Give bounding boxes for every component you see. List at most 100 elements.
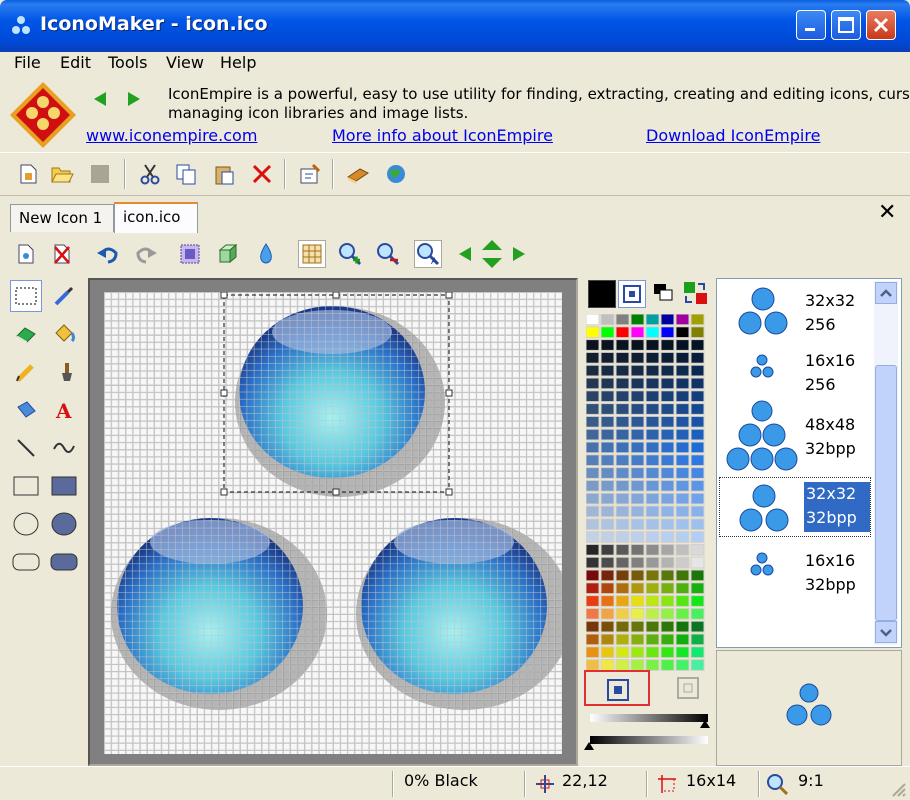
color-swatch[interactable]: [630, 339, 645, 351]
link-iconempire-site[interactable]: www.iconempire.com: [86, 126, 257, 145]
color-swatch[interactable]: [600, 326, 615, 339]
color-swatch[interactable]: [600, 569, 615, 582]
resize-grip-icon[interactable]: [890, 781, 906, 797]
paste-button[interactable]: [210, 160, 238, 188]
color-swatch[interactable]: [645, 607, 660, 620]
color-swatch[interactable]: [586, 326, 600, 339]
color-swatch[interactable]: [600, 364, 615, 377]
color-swatch[interactable]: [660, 569, 675, 582]
color-swatch[interactable]: [690, 659, 705, 671]
move-left-button[interactable]: [452, 240, 480, 268]
color-swatch[interactable]: [600, 377, 615, 390]
flood-fill-tool[interactable]: [10, 394, 42, 426]
zoom-out-button[interactable]: [374, 240, 402, 268]
color-swatch[interactable]: [600, 467, 615, 479]
color-swatch[interactable]: [690, 467, 705, 479]
link-more-info[interactable]: More info about IconEmpire: [332, 126, 553, 145]
color-swatch[interactable]: [630, 415, 645, 428]
menu-view[interactable]: View: [166, 53, 204, 72]
color-swatch[interactable]: [630, 377, 645, 390]
color-swatch[interactable]: [615, 441, 630, 454]
color-swatch[interactable]: [630, 326, 645, 339]
grid-toggle-button[interactable]: [298, 240, 326, 268]
color-swatch[interactable]: [645, 454, 660, 467]
arrow-right-icon[interactable]: [124, 90, 142, 108]
color-swatch[interactable]: [586, 518, 600, 531]
color-swatch[interactable]: [615, 607, 630, 620]
rectangle-tool[interactable]: [10, 470, 42, 502]
menu-edit[interactable]: Edit: [60, 53, 91, 72]
color-swatch[interactable]: [615, 556, 630, 569]
color-swatch[interactable]: [675, 543, 690, 556]
color-swatch[interactable]: [645, 633, 660, 646]
color-swatch[interactable]: [645, 314, 660, 326]
close-button[interactable]: [866, 10, 896, 40]
color-swatch[interactable]: [645, 479, 660, 492]
rounded-rect-tool[interactable]: [10, 546, 42, 578]
eraser-tool[interactable]: [10, 318, 42, 350]
color-swatch[interactable]: [630, 428, 645, 441]
bw-swap-icon[interactable]: [652, 282, 674, 304]
color-swatch[interactable]: [675, 479, 690, 492]
color-swatch[interactable]: [675, 659, 690, 671]
color-swatch[interactable]: [600, 441, 615, 454]
pencil-tool[interactable]: [10, 356, 42, 388]
arrow-left-icon[interactable]: [92, 90, 110, 108]
new-file-button[interactable]: [14, 160, 42, 188]
color-swatch[interactable]: [600, 556, 615, 569]
color-swatch[interactable]: [586, 314, 600, 326]
move-up-down-button[interactable]: [478, 240, 506, 268]
color-swatch[interactable]: [586, 543, 600, 556]
color-swatch[interactable]: [675, 441, 690, 454]
color-swatch[interactable]: [645, 556, 660, 569]
transparency-button[interactable]: [252, 240, 280, 268]
color-swatch[interactable]: [615, 620, 630, 633]
menu-file[interactable]: File: [14, 53, 41, 72]
delete-button[interactable]: [248, 160, 276, 188]
color-swatch[interactable]: [615, 326, 630, 339]
color-swatch[interactable]: [675, 403, 690, 415]
color-swatch[interactable]: [690, 479, 705, 492]
color-swatch[interactable]: [586, 659, 600, 671]
slider-thumb-icon[interactable]: [700, 720, 710, 728]
color-swatch[interactable]: [600, 314, 615, 326]
color-swatch[interactable]: [675, 454, 690, 467]
color-swatch[interactable]: [600, 543, 615, 556]
color-swatch[interactable]: [586, 633, 600, 646]
color-swatch[interactable]: [630, 607, 645, 620]
color-swatch[interactable]: [675, 518, 690, 531]
color-swatch[interactable]: [630, 314, 645, 326]
color-swatch[interactable]: [690, 326, 705, 339]
color-swatch[interactable]: [586, 569, 600, 582]
color-swatch[interactable]: [690, 633, 705, 646]
filled-ellipse-tool[interactable]: [48, 508, 80, 540]
color-swatch[interactable]: [675, 492, 690, 505]
color-swatch[interactable]: [660, 479, 675, 492]
library-button[interactable]: [344, 160, 372, 188]
line-tool[interactable]: [10, 432, 42, 464]
tab-new-icon-1[interactable]: New Icon 1: [10, 204, 114, 232]
color-swatch[interactable]: [660, 441, 675, 454]
color-swatch[interactable]: [675, 633, 690, 646]
color-swatch[interactable]: [645, 339, 660, 351]
color-swatch[interactable]: [645, 403, 660, 415]
zoom-in-button[interactable]: [336, 240, 364, 268]
curve-tool[interactable]: [48, 432, 80, 464]
color-swatch[interactable]: [660, 403, 675, 415]
properties-button[interactable]: [296, 160, 324, 188]
primary-color-swatch[interactable]: [588, 280, 616, 308]
color-swatch[interactable]: [630, 454, 645, 467]
color-swatch[interactable]: [675, 339, 690, 351]
color-swatch[interactable]: [645, 569, 660, 582]
color-swatch[interactable]: [660, 467, 675, 479]
color-swatch[interactable]: [675, 607, 690, 620]
color-swatch[interactable]: [690, 531, 705, 543]
color-swatch[interactable]: [690, 543, 705, 556]
color-swatch[interactable]: [586, 441, 600, 454]
color-swatch[interactable]: [660, 326, 675, 339]
color-swatch[interactable]: [660, 543, 675, 556]
color-swatch[interactable]: [615, 595, 630, 607]
color-swatch[interactable]: [660, 415, 675, 428]
close-tab-button[interactable]: ✕: [878, 200, 896, 225]
color-swatch[interactable]: [660, 518, 675, 531]
